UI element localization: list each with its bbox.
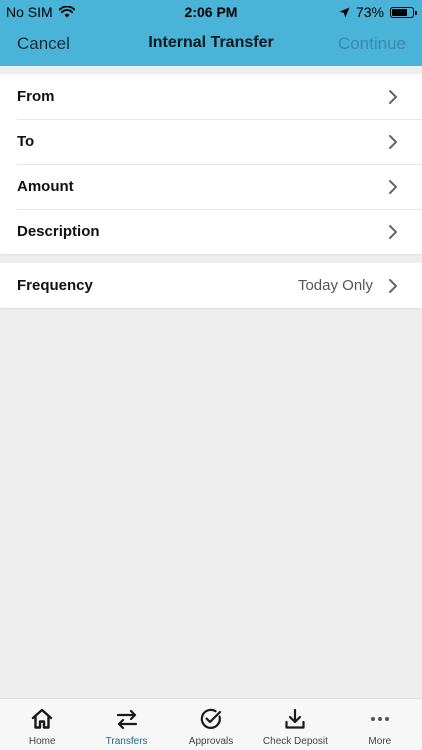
tab-approvals-label: Approvals — [188, 736, 234, 747]
download-icon — [285, 708, 306, 729]
header: No SIM 2:06 PM 73% Cancel Internal Trans… — [0, 0, 422, 66]
tab-check-deposit[interactable]: Check Deposit — [253, 699, 337, 750]
tab-more-label: More — [368, 736, 392, 747]
status-bar: No SIM 2:06 PM 73% — [0, 0, 422, 24]
frequency-group: Frequency Today Only — [0, 263, 422, 308]
frequency-row[interactable]: Frequency Today Only — [0, 263, 422, 308]
check-circle-icon — [200, 708, 222, 729]
tab-transfers[interactable]: Transfers — [84, 699, 168, 750]
cancel-button[interactable]: Cancel — [17, 34, 70, 54]
home-icon — [32, 708, 53, 729]
nav-bar: Cancel Internal Transfer Continue — [0, 28, 422, 60]
description-label: Description — [17, 223, 100, 240]
amount-label: Amount — [17, 178, 74, 195]
to-label: To — [17, 133, 35, 150]
frequency-label: Frequency — [17, 277, 93, 294]
location-arrow-icon — [339, 7, 350, 17]
frequency-value: Today Only — [297, 277, 373, 294]
tab-approvals[interactable]: Approvals — [169, 699, 253, 750]
continue-button[interactable]: Continue — [338, 34, 406, 54]
more-dots-icon — [370, 717, 389, 721]
tab-home[interactable]: Home — [0, 699, 84, 750]
from-row[interactable]: From — [0, 74, 422, 119]
chevron-right-icon — [389, 90, 397, 104]
from-label: From — [17, 88, 55, 105]
amount-row[interactable]: Amount — [0, 164, 422, 209]
tab-transfers-label: Transfers — [105, 736, 148, 747]
to-row[interactable]: To — [0, 119, 422, 164]
battery-icon — [390, 6, 417, 18]
tab-check-deposit-label: Check Deposit — [262, 736, 328, 747]
chevron-right-icon — [389, 279, 397, 293]
tab-home-label: Home — [28, 736, 56, 747]
chevron-right-icon — [389, 225, 397, 239]
chevron-right-icon — [389, 180, 397, 194]
battery-percent: 73% — [355, 4, 384, 20]
description-row[interactable]: Description — [0, 209, 422, 254]
transfer-details-group: From To Amount Description — [0, 74, 422, 254]
chevron-right-icon — [389, 135, 397, 149]
transfer-arrows-icon — [116, 709, 137, 730]
tab-more[interactable]: More — [338, 699, 422, 750]
tab-bar: Home Transfers Approvals Check Deposit M… — [0, 698, 422, 750]
